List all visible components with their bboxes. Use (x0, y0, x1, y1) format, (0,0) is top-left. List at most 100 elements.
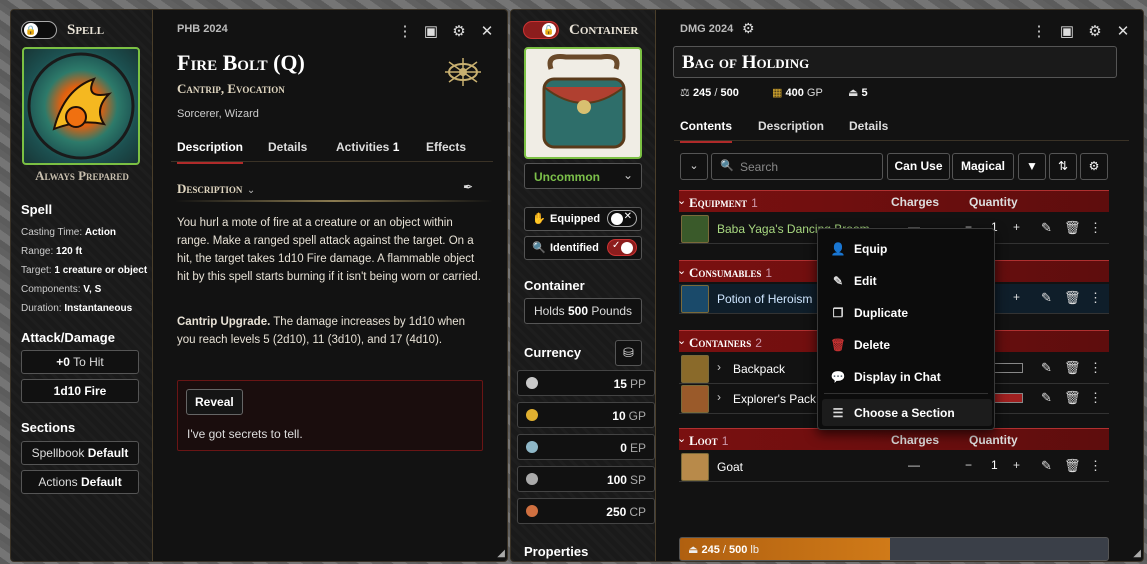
container-image[interactable] (524, 47, 642, 159)
spell-title[interactable]: Fire Bolt (Q) (177, 50, 305, 76)
more-vertical-icon[interactable]: ⋮ (1089, 290, 1102, 306)
book-icon[interactable]: ▣ (1059, 22, 1075, 40)
identified-toggle-row[interactable]: 🔍 Identified ✓ (524, 236, 642, 260)
trash-icon[interactable]: 🗑 (1064, 360, 1081, 376)
menu-item-choose-section[interactable]: ☰ Choose a Section (822, 399, 992, 426)
item-name[interactable]: Backpack (733, 362, 785, 376)
item-name[interactable]: Potion of Heroism (717, 292, 812, 306)
list-item[interactable]: Goat — − 1 + ✎ 🗑 ⋮ (679, 452, 1109, 482)
prepared-status[interactable]: Always Prepared (11, 168, 153, 184)
tab-details[interactable]: Details (849, 119, 888, 133)
gear-icon[interactable]: ⚙ (1080, 153, 1108, 180)
menu-item-edit[interactable]: ✎ Edit (830, 274, 877, 288)
rarity-select[interactable]: Uncommon ⌄ (524, 163, 642, 189)
search-input[interactable]: 🔍 Search (711, 153, 883, 180)
equipped-toggle[interactable]: ✕ (607, 210, 637, 227)
menu-item-equip[interactable]: 👤 Equip (830, 242, 888, 256)
currency-row[interactable]: 15 PP (517, 370, 655, 396)
spell-lock-toggle[interactable]: 🔒 (21, 21, 57, 39)
section-loot[interactable]: ⌄ Loot 1 Charges Quantity (677, 428, 1109, 450)
section-name: Containers (689, 335, 752, 350)
currency-amount[interactable]: 0 (620, 441, 627, 455)
spell-sidebar: 🔒 Spell Always Prepared Spell Casting Ti… (11, 10, 153, 561)
menu-item-duplicate[interactable]: ❐ Duplicate (830, 306, 908, 320)
currency-value: 0 EP (620, 441, 646, 455)
section-label: Consumables 1 (689, 265, 772, 281)
item-quantity[interactable]: 1 (991, 458, 998, 472)
gear-icon[interactable]: ⚙ (1087, 22, 1103, 40)
plus-icon[interactable]: + (1013, 290, 1020, 304)
edit-feather-icon[interactable]: ✒ (463, 180, 473, 194)
chevron-right-icon[interactable]: › (717, 360, 721, 374)
actions-section-button[interactable]: Actions Default (21, 470, 139, 494)
menu-item-label: Display in Chat (854, 370, 941, 384)
chevron-right-icon[interactable]: › (717, 390, 721, 404)
currency-row[interactable]: 10 GP (517, 402, 655, 428)
item-name-input[interactable]: Bag of Holding (673, 46, 1117, 78)
item-name[interactable]: Explorer's Pack (733, 392, 816, 406)
book-icon[interactable]: ▣ (423, 22, 439, 40)
tab-activities[interactable]: Activities 1 (336, 140, 399, 154)
trash-icon[interactable]: 🗑 (1064, 290, 1081, 306)
spellbook-section-button[interactable]: Spellbook Default (21, 441, 139, 465)
minus-icon[interactable]: − (965, 458, 972, 472)
description-heading[interactable]: Description ⌄ (177, 180, 255, 198)
currency-row[interactable]: 100 SP (517, 466, 655, 492)
menu-item-display-in-chat[interactable]: 💬 Display in Chat (830, 370, 941, 384)
reveal-button[interactable]: Reveal (186, 389, 243, 415)
chevron-down-icon: ⌄ (677, 433, 687, 445)
currency-row[interactable]: 250 CP (517, 498, 655, 524)
edit-icon[interactable]: ✎ (1041, 458, 1052, 474)
currency-row[interactable]: 0 EP (517, 434, 655, 460)
sort-icon[interactable]: ⇅ (1049, 153, 1077, 180)
damage-button[interactable]: 1d10 Fire (21, 379, 139, 403)
edit-icon[interactable]: ✎ (1041, 220, 1052, 236)
more-vertical-icon[interactable]: ⋮ (1089, 220, 1102, 236)
edit-icon[interactable]: ✎ (1041, 290, 1052, 306)
coins-icon[interactable]: ⛁ (615, 340, 642, 366)
more-vertical-icon[interactable]: ⋮ (1089, 390, 1102, 406)
trash-icon[interactable]: 🗑 (1064, 220, 1081, 236)
trash-icon[interactable]: 🗑 (1064, 458, 1081, 474)
equipped-toggle-row[interactable]: ✋ Equipped ✕ (524, 207, 642, 231)
collapse-all-button[interactable]: ⌄ (680, 153, 708, 180)
menu-item-delete[interactable]: 🗑 Delete (830, 338, 890, 352)
more-vertical-icon[interactable]: ⋮ (1089, 458, 1102, 474)
plus-icon[interactable]: + (1013, 220, 1020, 234)
coin-icon (526, 377, 538, 389)
more-vertical-icon[interactable]: ⋮ (1089, 360, 1102, 376)
filter-icon[interactable]: ▼ (1018, 153, 1046, 180)
gear-icon[interactable]: ⚙ (451, 22, 467, 40)
trash-icon[interactable]: 🗑 (1064, 390, 1081, 406)
currency-amount[interactable]: 10 (612, 409, 625, 423)
close-icon[interactable]: ✕ (1115, 22, 1131, 40)
plus-icon[interactable]: + (1013, 458, 1020, 472)
gear-icon[interactable]: ⚙ (742, 20, 755, 37)
holds-capacity-button[interactable]: Holds 500 Pounds (524, 298, 642, 324)
tab-effects[interactable]: Effects (426, 140, 466, 154)
currency-amount[interactable]: 100 (607, 473, 627, 487)
close-icon[interactable]: ✕ (479, 22, 495, 40)
more-vertical-icon[interactable]: ⋮ (1031, 22, 1047, 40)
goat-icon (681, 453, 709, 481)
weight-icon: ⏏ (688, 544, 699, 556)
resize-handle[interactable]: ◢ (497, 548, 505, 559)
edit-icon[interactable]: ✎ (1041, 390, 1052, 406)
container-lock-toggle[interactable]: 🔓 (523, 21, 559, 39)
identified-toggle[interactable]: ✓ (607, 239, 637, 256)
section-equipment[interactable]: ⌄ Equipment 1 Charges Quantity (677, 190, 1109, 212)
spell-image[interactable] (22, 47, 140, 165)
item-name[interactable]: Goat (717, 460, 743, 474)
edit-icon[interactable]: ✎ (1041, 360, 1052, 376)
tab-description[interactable]: Description (758, 119, 824, 133)
coin-icon (526, 505, 538, 517)
currency-amount[interactable]: 250 (606, 505, 626, 519)
to-hit-button[interactable]: +0 To Hit (21, 350, 139, 374)
currency-amount[interactable]: 15 (614, 377, 627, 391)
can-use-filter[interactable]: Can Use (887, 153, 950, 180)
more-vertical-icon[interactable]: ⋮ (397, 22, 413, 40)
spell-sheet-window: 🔒 Spell Always Prepared Spell Casting Ti… (10, 9, 508, 562)
tab-details[interactable]: Details (268, 140, 307, 154)
magical-filter[interactable]: Magical (952, 153, 1014, 180)
resize-handle[interactable]: ◢ (1133, 548, 1141, 559)
